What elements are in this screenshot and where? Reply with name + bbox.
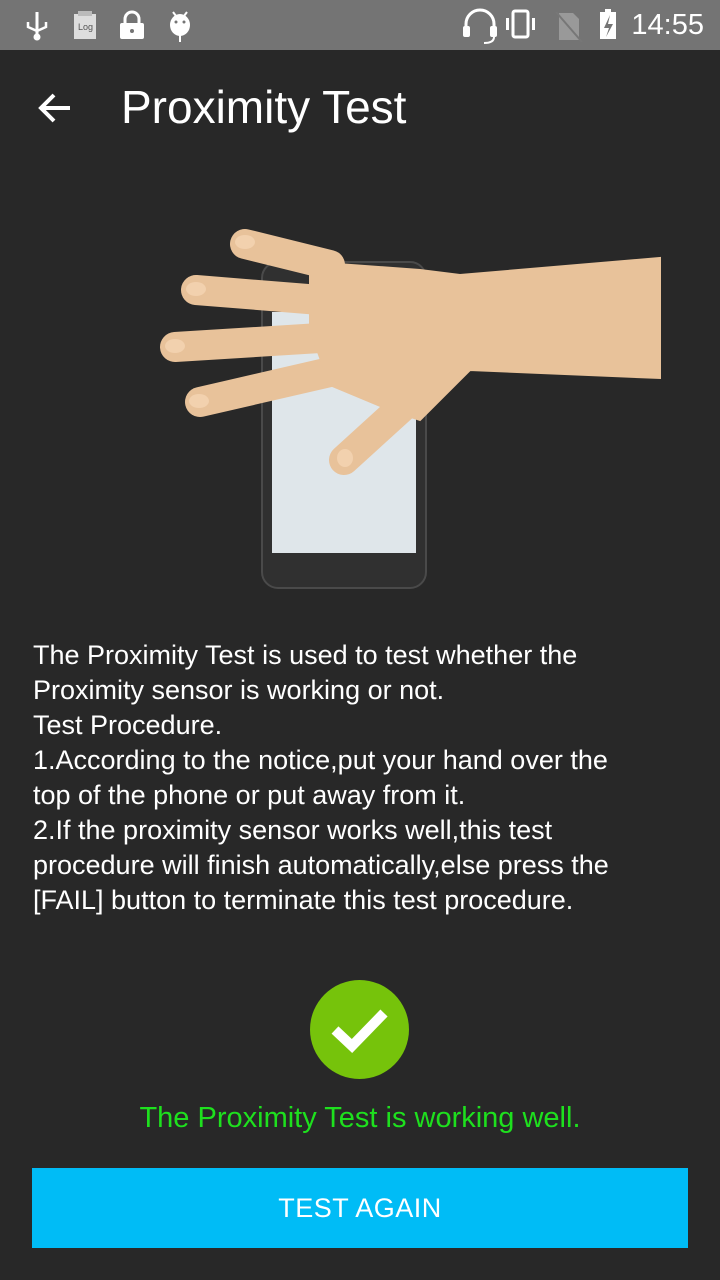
description-line: [FAIL] button to terminate this test pro… — [33, 885, 574, 915]
test-description: The Proximity Test is used to test wheth… — [33, 638, 693, 918]
description-line: 2.If the proximity sensor works well,thi… — [33, 815, 553, 845]
android-debug-icon — [170, 11, 190, 42]
page-title: Proximity Test — [121, 81, 407, 133]
headset-icon — [463, 8, 497, 44]
check-circle-icon — [310, 980, 409, 1079]
description-line: 1.According to the notice,put your hand … — [33, 745, 608, 775]
lock-icon — [120, 10, 144, 39]
arrow-back-icon[interactable] — [34, 86, 78, 130]
result-message: The Proximity Test is working well. — [139, 1102, 581, 1134]
status-bar: Log 14:55 — [0, 0, 720, 50]
usb-icon — [26, 12, 48, 41]
app-bar: Proximity Test — [0, 50, 720, 166]
battery-charging-icon — [600, 9, 616, 39]
description-line: Proximity sensor is working or not. — [33, 675, 445, 705]
description-line: The Proximity Test is used to test wheth… — [33, 640, 578, 670]
description-line: procedure will finish automatically,else… — [33, 850, 609, 880]
vibrate-icon — [506, 9, 535, 39]
hand-over-phone-illustration — [160, 229, 661, 589]
log-icon: Log — [74, 11, 96, 39]
description-line: top of the phone or put away from it. — [33, 780, 466, 810]
test-again-button[interactable]: TEST AGAIN — [32, 1168, 688, 1248]
no-sim-icon — [555, 11, 583, 43]
description-line: Test Procedure. — [33, 710, 223, 740]
status-time: 14:55 — [631, 9, 704, 41]
svg-text:Log: Log — [78, 22, 93, 32]
